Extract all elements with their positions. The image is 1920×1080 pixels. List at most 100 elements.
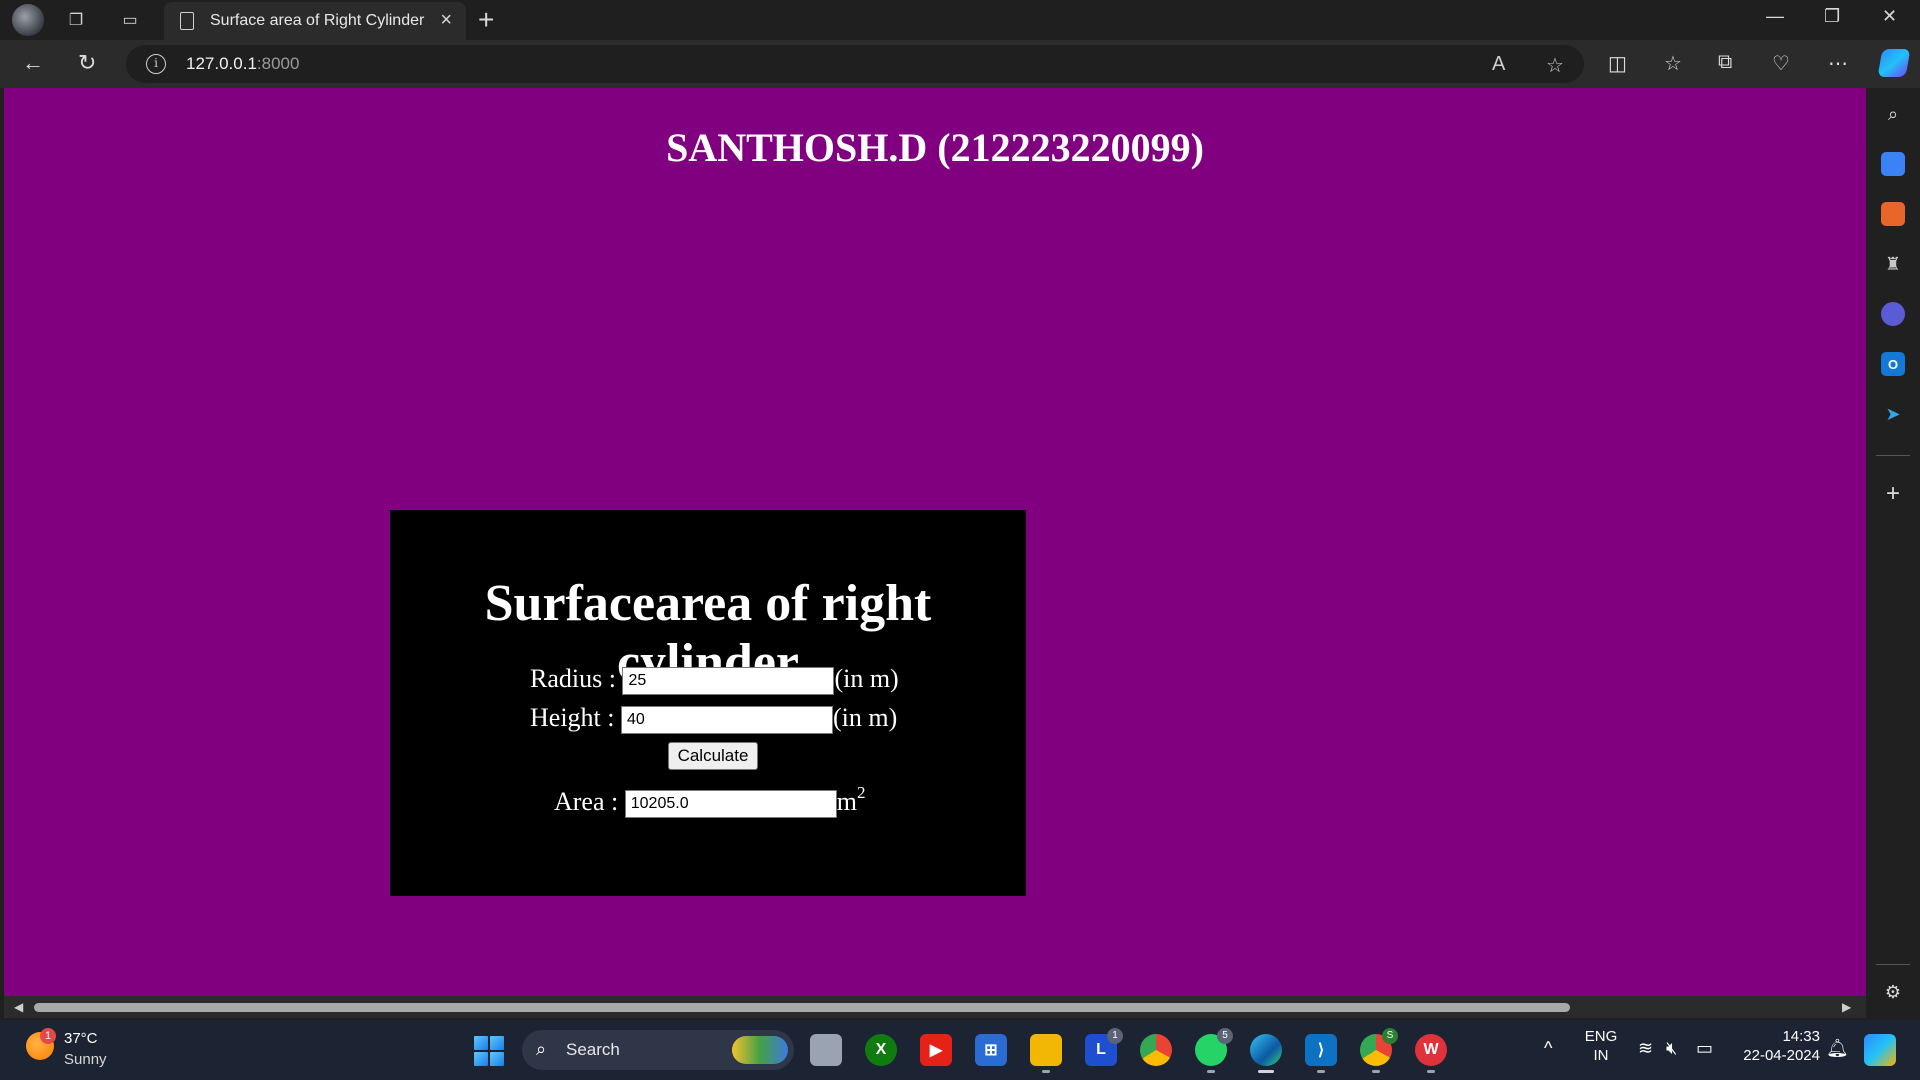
whatsapp-icon[interactable]: 5 bbox=[1195, 1028, 1233, 1066]
page-viewport: SANTHOSH.D (212223220099) Surfacearea of… bbox=[4, 88, 1866, 1000]
language-indicator[interactable]: ENG IN bbox=[1584, 1028, 1618, 1064]
weather-temperature[interactable]: 37°C bbox=[64, 1030, 98, 1047]
favorite-star-icon[interactable]: ☆ bbox=[1546, 53, 1564, 78]
region-code: IN bbox=[1593, 1047, 1609, 1064]
browser-essentials-icon[interactable]: ♡ bbox=[1772, 51, 1790, 76]
chrome-profile-icon[interactable]: S bbox=[1360, 1028, 1398, 1066]
collections-icon[interactable]: ⧉ bbox=[1718, 51, 1732, 74]
edge-sidebar: ⌕ ♜ O ➤ + ⚙ bbox=[1866, 88, 1920, 1018]
games-icon[interactable]: ♜ bbox=[1881, 252, 1905, 276]
copilot-icon[interactable] bbox=[1877, 49, 1911, 77]
whatsapp-running-indicator bbox=[1207, 1070, 1215, 1073]
address-bar[interactable]: i 127.0.0.1:8000 A ☆ bbox=[126, 45, 1584, 83]
edge-icon[interactable] bbox=[1250, 1034, 1282, 1066]
area-row: Area : 10205.0 m2 bbox=[554, 783, 866, 819]
wps-office-icon[interactable]: W bbox=[1415, 1034, 1447, 1066]
title-bar: ❐ ▭ Surface area of Right Cylinder × + —… bbox=[0, 0, 1920, 40]
area-output[interactable]: 10205.0 bbox=[624, 790, 837, 819]
read-aloud-icon[interactable]: A bbox=[1492, 53, 1505, 76]
file-explorer-icon[interactable] bbox=[1030, 1034, 1062, 1066]
task-view-icon[interactable] bbox=[810, 1034, 842, 1066]
profile-avatar[interactable] bbox=[12, 4, 44, 36]
vertical-tabs-icon[interactable]: ▭ bbox=[118, 8, 142, 32]
chrome-icon[interactable] bbox=[1140, 1034, 1172, 1066]
navigation-bar: ← ↻ i 127.0.0.1:8000 A ☆ bbox=[0, 40, 1920, 88]
radius-input[interactable]: 25 bbox=[622, 667, 835, 696]
search-icon: ⌕ bbox=[536, 1039, 547, 1059]
add-sidebar-item-icon[interactable]: + bbox=[1881, 480, 1905, 507]
sidebar-divider-bottom bbox=[1876, 964, 1910, 965]
shopping-tag-icon[interactable] bbox=[1881, 152, 1905, 176]
whatsapp-badge: 5 bbox=[1217, 1028, 1233, 1044]
site-info-icon[interactable]: i bbox=[146, 54, 166, 74]
refresh-icon[interactable]: ↻ bbox=[78, 50, 96, 76]
clock-time: 14:33 bbox=[1782, 1028, 1820, 1045]
file-explorer-running-indicator bbox=[1042, 1070, 1050, 1073]
height-label: Height : bbox=[530, 703, 615, 732]
lens-badge: 1 bbox=[1107, 1028, 1123, 1044]
weather-badge: 1 bbox=[40, 1028, 56, 1044]
url-text: 127.0.0.1:8000 bbox=[186, 54, 300, 73]
sidebar-settings-icon[interactable]: ⚙ bbox=[1881, 980, 1905, 1004]
scroll-left-icon[interactable]: ◀ bbox=[14, 1000, 23, 1014]
notifications-bell-icon[interactable]: 🔔︎ bbox=[1826, 1038, 1849, 1059]
back-icon[interactable]: ← bbox=[22, 50, 44, 76]
clock[interactable]: 14:33 22-04-2024 bbox=[1736, 1028, 1820, 1064]
radius-row: Radius : 25 (in m) bbox=[530, 664, 899, 696]
height-input[interactable]: 40 bbox=[621, 706, 833, 735]
battery-icon[interactable]: ▭ bbox=[1696, 1038, 1713, 1059]
taskbar: 1 37°C Sunny ⌕ Search X ▶ ⊞ L1 5 ⟩ S W ^… bbox=[0, 1020, 1920, 1080]
tools-icon[interactable] bbox=[1881, 202, 1905, 226]
height-row: Height : 40 (in m) bbox=[530, 703, 898, 735]
windows-start-icon[interactable] bbox=[474, 1036, 504, 1066]
weather-description[interactable]: Sunny bbox=[64, 1051, 107, 1068]
microsoft-store-icon[interactable]: ⊞ bbox=[975, 1034, 1007, 1066]
wifi-icon[interactable]: ≋ bbox=[1638, 1038, 1653, 1059]
chrome-running-indicator bbox=[1372, 1070, 1380, 1073]
horizontal-scrollbar[interactable]: ◀ ▶ bbox=[4, 996, 1866, 1018]
close-tab-icon[interactable]: × bbox=[440, 9, 452, 32]
student-header: SANTHOSH.D (212223220099) bbox=[666, 125, 1204, 170]
search-label: Search bbox=[566, 1040, 620, 1059]
clock-date: 22-04-2024 bbox=[1743, 1047, 1820, 1064]
wps-running-indicator bbox=[1427, 1070, 1435, 1073]
outlook-icon[interactable]: O bbox=[1881, 352, 1905, 376]
vscode-icon[interactable]: ⟩ bbox=[1305, 1034, 1337, 1066]
taskbar-search[interactable]: ⌕ Search bbox=[522, 1030, 794, 1070]
radius-label: Radius : bbox=[530, 664, 616, 693]
send-icon[interactable]: ➤ bbox=[1881, 402, 1905, 426]
calculate-button[interactable]: Calculate bbox=[668, 742, 758, 770]
close-window-icon[interactable]: ✕ bbox=[1882, 6, 1897, 27]
show-hidden-icons[interactable]: ^ bbox=[1544, 1038, 1552, 1059]
sidebar-divider bbox=[1876, 455, 1910, 456]
microsoft-365-icon[interactable] bbox=[1881, 302, 1905, 326]
area-label: Area : bbox=[554, 787, 619, 816]
edge-active-indicator bbox=[1258, 1070, 1274, 1073]
workspaces-icon[interactable]: ❐ bbox=[64, 8, 88, 32]
search-highlight-icon bbox=[732, 1036, 788, 1064]
favorites-icon[interactable]: ☆ bbox=[1664, 51, 1682, 76]
new-tab-icon[interactable]: + bbox=[478, 4, 494, 36]
xbox-icon[interactable]: X bbox=[865, 1034, 897, 1066]
height-unit: (in m) bbox=[833, 703, 898, 732]
page-icon bbox=[180, 12, 194, 30]
scroll-right-icon[interactable]: ▶ bbox=[1842, 1000, 1851, 1014]
tab-surface-area[interactable]: Surface area of Right Cylinder × bbox=[164, 2, 466, 40]
more-options-icon[interactable]: ⋯ bbox=[1828, 51, 1848, 76]
sidebar-search-icon[interactable]: ⌕ bbox=[1881, 102, 1905, 126]
calculator-panel: Surfacearea of right cylinder Radius : 2… bbox=[390, 510, 1026, 896]
minimize-icon[interactable]: — bbox=[1766, 6, 1784, 27]
vscode-running-indicator bbox=[1317, 1070, 1325, 1073]
language-code: ENG bbox=[1584, 1028, 1618, 1045]
scrollbar-thumb[interactable] bbox=[34, 1003, 1570, 1012]
tab-title: Surface area of Right Cylinder bbox=[210, 12, 425, 29]
restore-icon[interactable]: ❐ bbox=[1824, 6, 1840, 27]
youtube-icon[interactable]: ▶ bbox=[920, 1034, 952, 1066]
split-screen-icon[interactable]: ◫ bbox=[1608, 51, 1627, 76]
radius-unit: (in m) bbox=[834, 664, 899, 693]
chrome-profile-badge: S bbox=[1382, 1028, 1398, 1044]
volume-muted-icon[interactable]: 🔇︎ bbox=[1666, 1038, 1677, 1059]
area-unit: m2 bbox=[836, 783, 866, 816]
lens-app-icon[interactable]: L1 bbox=[1085, 1028, 1123, 1066]
copilot-taskbar-icon[interactable] bbox=[1864, 1034, 1896, 1066]
